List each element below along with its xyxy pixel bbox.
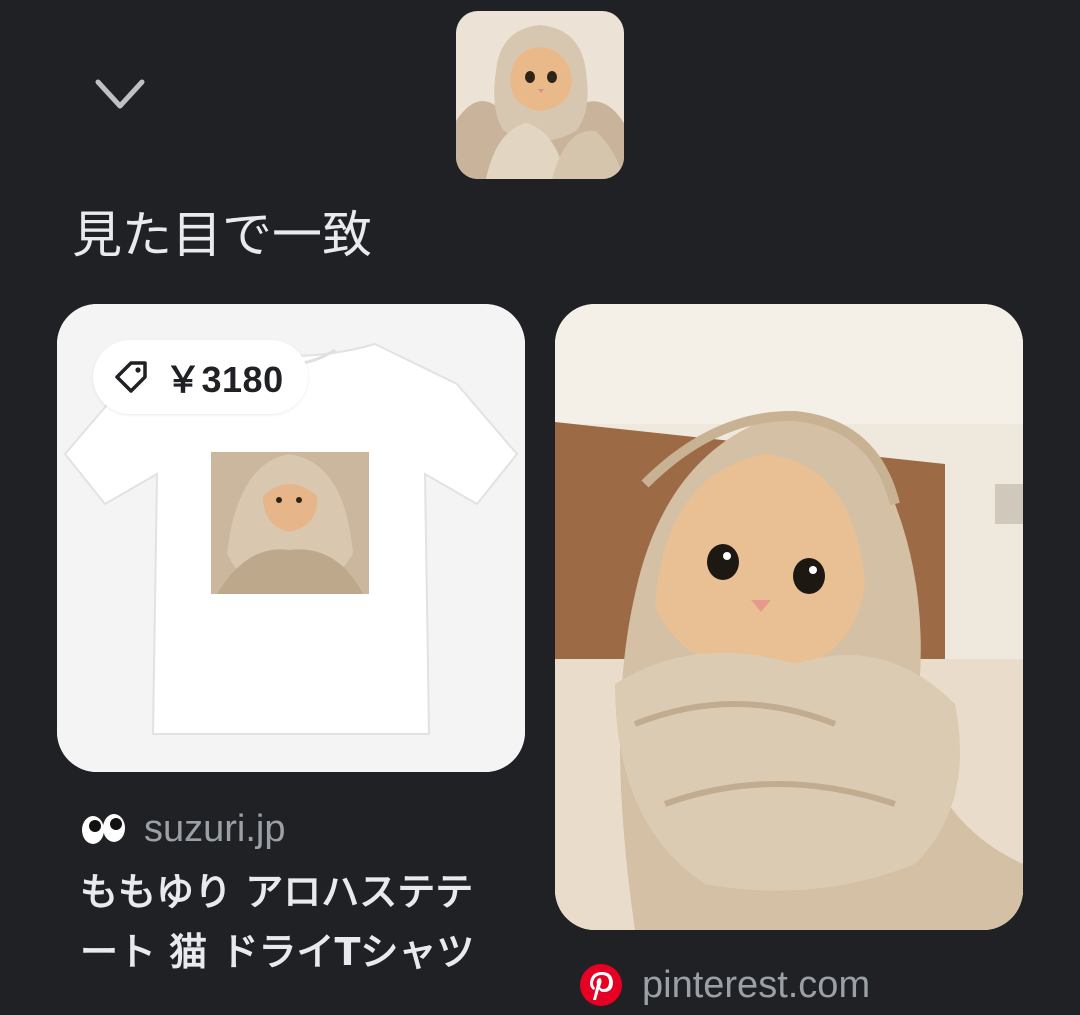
chevron-down-icon (95, 79, 145, 109)
price-badge: ￥3180 (93, 340, 308, 414)
query-image-thumbnail[interactable] (456, 11, 624, 179)
result-source-suzuri[interactable]: suzuri.jp (80, 806, 286, 852)
cat-in-blanket-thumbnail-image (456, 11, 624, 179)
visual-match-panel: 見た目で一致 ￥3180 suzuri.jp ももゆり アロハステテート 猫 ド… (0, 0, 1080, 1015)
result-title[interactable]: ももゆり アロハステテート 猫 ドライTシャツ (80, 862, 510, 982)
pinterest-icon (578, 962, 624, 1008)
collapse-button[interactable] (88, 70, 152, 124)
price-tag-icon (111, 357, 151, 397)
section-title: 見た目で一致 (72, 206, 372, 264)
result-source-pinterest[interactable]: pinterest.com (578, 962, 870, 1008)
eyes-icon (80, 806, 126, 852)
result-image-cat-photo[interactable] (555, 304, 1023, 930)
source-name: pinterest.com (642, 963, 871, 1006)
price-text: ￥3180 (165, 359, 284, 400)
cat-in-blanket-photo (555, 304, 1023, 930)
source-name: suzuri.jp (144, 807, 286, 850)
result-image-tshirt[interactable]: ￥3180 (57, 304, 525, 772)
